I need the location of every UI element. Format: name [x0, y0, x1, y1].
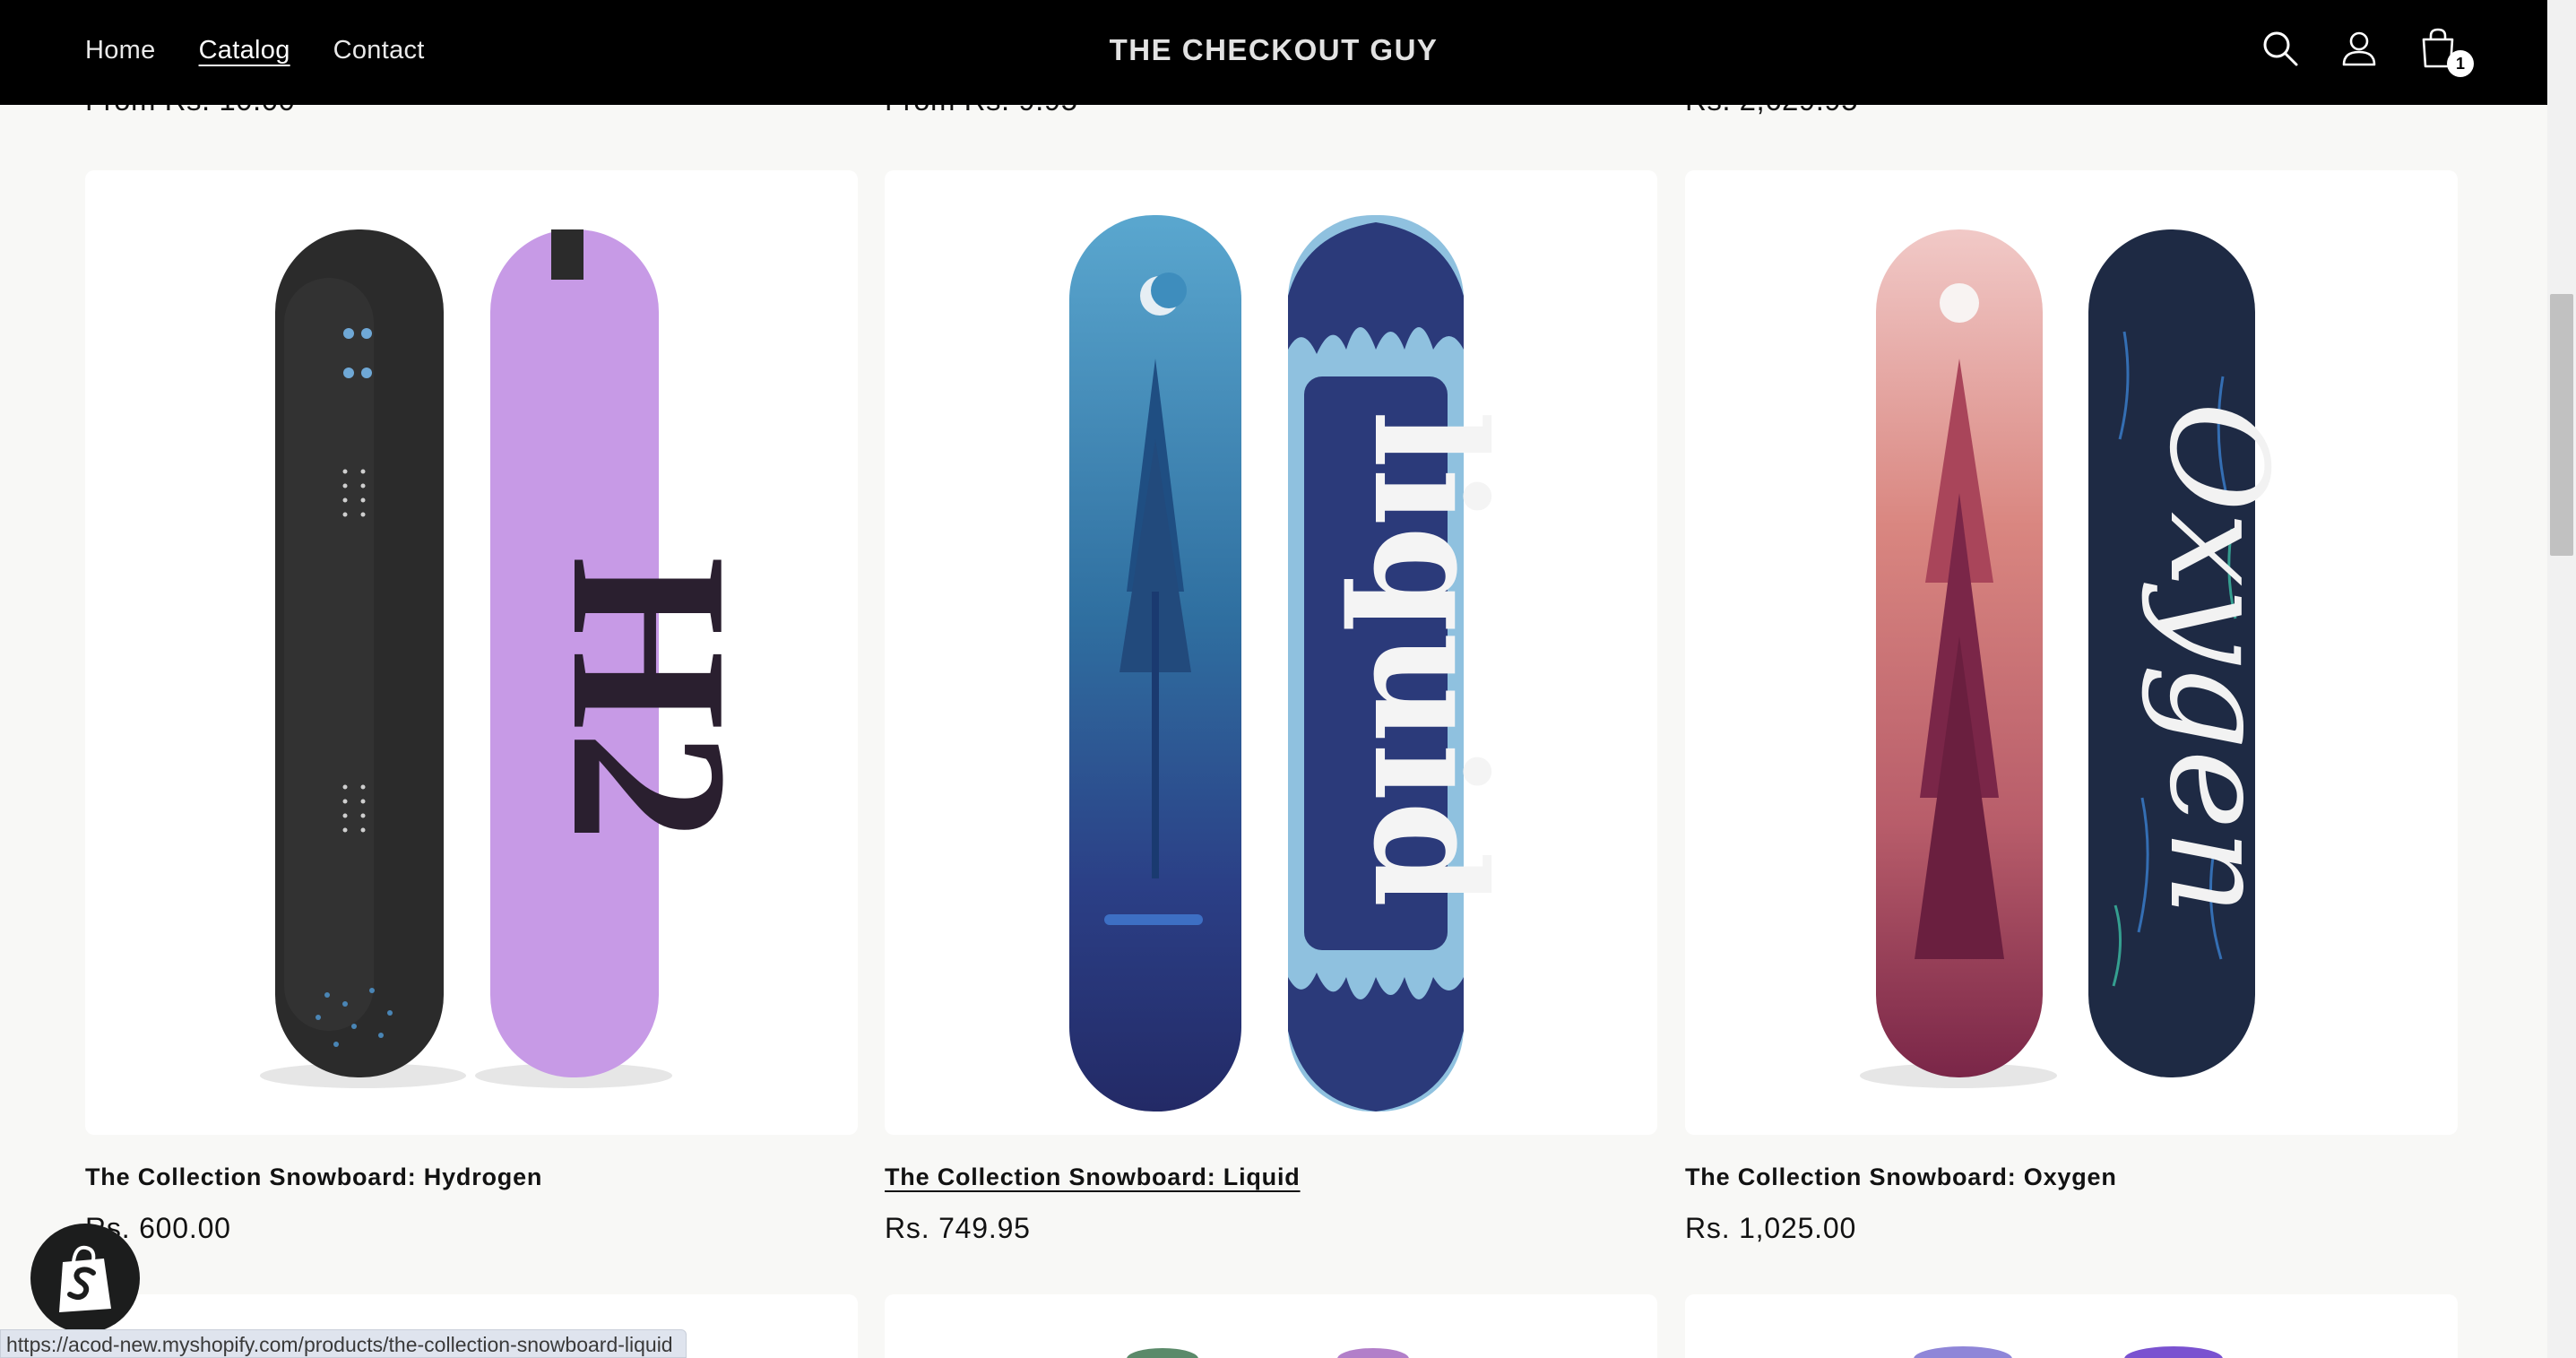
product-image-liquid[interactable]: liquid	[885, 170, 1657, 1135]
search-button[interactable]	[2255, 23, 2305, 74]
account-icon	[2342, 31, 2376, 66]
product-image-partial	[1914, 1346, 2223, 1358]
product-image-oxygen[interactable]: Oxygen	[1685, 170, 2458, 1135]
main-nav: Home Catalog Contact	[85, 0, 425, 100]
product-image-hydrogen[interactable]: H2	[85, 170, 858, 1135]
snowboard-oxygen-illustration: Oxygen	[1860, 229, 2295, 1088]
brand-logo-text[interactable]: THE CHECKOUT GUY	[1110, 33, 1439, 66]
search-icon	[2263, 31, 2298, 66]
snowboard-liquid-illustration: liquid	[1069, 215, 1518, 1111]
nav-home[interactable]: Home	[85, 36, 156, 65]
product-card-next-row[interactable]	[885, 1294, 1657, 1358]
cart-button[interactable]: 1	[2413, 23, 2474, 77]
product-card-next-row[interactable]	[1685, 1294, 2458, 1358]
nav-contact[interactable]: Contact	[333, 36, 425, 65]
product-title-oxygen[interactable]: The Collection Snowboard: Oxygen	[1685, 1163, 2117, 1191]
board-graphic-text: Oxygen	[2139, 402, 2295, 916]
product-price-liquid: Rs. 749.95	[885, 1212, 1031, 1244]
cart-count-badge: 1	[2447, 50, 2474, 77]
link-preview-statusbar: https://acod-new.myshopify.com/products/…	[0, 1329, 687, 1358]
board-graphic-text: H2	[525, 556, 774, 842]
board-graphic-text: liquid	[1339, 410, 1518, 907]
product-image-partial	[1127, 1348, 1409, 1358]
snowboard-hydrogen-illustration: H2	[260, 229, 774, 1088]
shopify-badge-button[interactable]	[30, 1224, 140, 1333]
site-header: Home Catalog Contact THE CHECKOUT GUY 1	[0, 0, 2547, 105]
product-title-hydrogen[interactable]: The Collection Snowboard: Hydrogen	[85, 1163, 542, 1191]
shopify-bag-icon	[59, 1245, 111, 1312]
page-scrollbar-track[interactable]	[2547, 0, 2576, 1358]
product-price-oxygen: Rs. 1,025.00	[1685, 1212, 1857, 1244]
page-scrollbar-thumb[interactable]	[2550, 294, 2573, 556]
account-button[interactable]	[2334, 23, 2384, 74]
product-title-liquid[interactable]: The Collection Snowboard: Liquid	[885, 1163, 1301, 1191]
nav-catalog[interactable]: Catalog	[199, 36, 290, 65]
